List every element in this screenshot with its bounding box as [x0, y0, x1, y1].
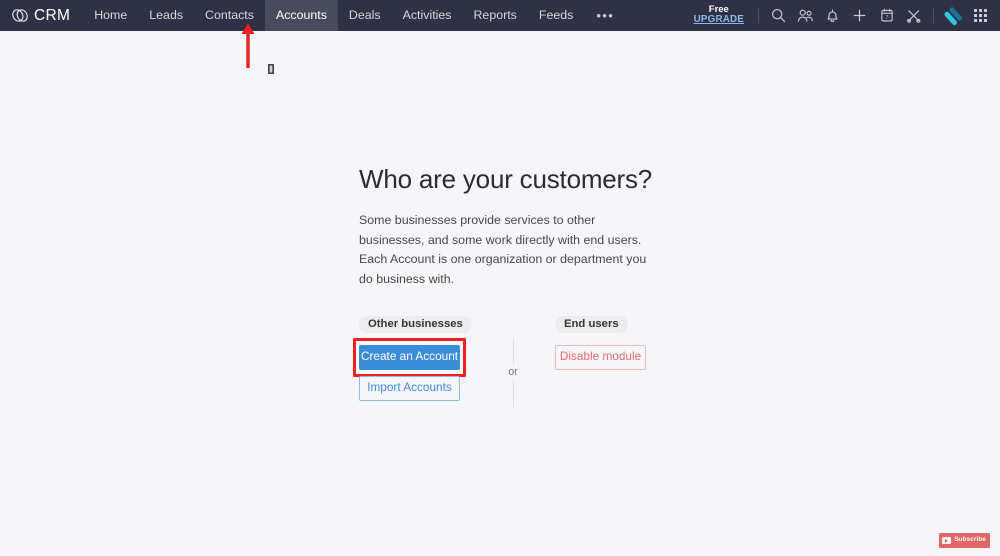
- bell-icon[interactable]: [819, 0, 846, 31]
- disable-module-button[interactable]: Disable module: [555, 344, 646, 370]
- action-button-group: Create an Account Import Accounts Disabl…: [353, 337, 779, 415]
- nav-tab-home[interactable]: Home: [83, 0, 138, 31]
- interlocking-rings-logo-icon: [12, 9, 28, 22]
- upgrade-label: UPGRADE: [693, 14, 744, 26]
- brand-logo[interactable]: CRM: [0, 0, 83, 31]
- subscribe-overlay-button[interactable]: Subscribe: [939, 533, 990, 548]
- page-description: Some businesses provide services to othe…: [359, 213, 647, 286]
- svg-text:7: 7: [885, 15, 888, 21]
- toolbar-divider-2: [933, 8, 934, 23]
- or-divider: or: [498, 338, 528, 407]
- audience-labels: Other businesses End users: [359, 315, 779, 333]
- main-content-area: Who are your customers? Some businesses …: [0, 31, 1000, 556]
- zoho-diamond-logo-icon[interactable]: [940, 0, 967, 31]
- subscribe-label: Subscribe: [954, 536, 986, 544]
- mouse-cursor: [268, 64, 274, 74]
- nav-tab-deals[interactable]: Deals: [338, 0, 392, 31]
- or-divider-label: or: [508, 366, 518, 379]
- red-arrow-annotation: [241, 23, 255, 68]
- search-icon[interactable]: [765, 0, 792, 31]
- nav-tab-activities[interactable]: Activities: [392, 0, 463, 31]
- topbar-actions: Free UPGRADE 7: [690, 0, 1000, 31]
- nav-tab-feeds[interactable]: Feeds: [528, 0, 584, 31]
- label-end-users: End users: [555, 315, 628, 333]
- page-title: Who are your customers?: [359, 164, 653, 194]
- top-navigation-bar: CRM Home Leads Contacts Accounts Deals A…: [0, 0, 1000, 31]
- people-icon[interactable]: [792, 0, 819, 31]
- nav-tab-accounts[interactable]: Accounts: [264, 0, 338, 31]
- import-accounts-button[interactable]: Import Accounts: [359, 375, 460, 401]
- tools-icon[interactable]: [900, 0, 927, 31]
- calendar-icon[interactable]: 7: [873, 0, 900, 31]
- nav-tab-leads[interactable]: Leads: [138, 0, 194, 31]
- nav-tab-list: Home Leads Contacts Accounts Deals Activ…: [83, 0, 626, 31]
- create-an-account-button[interactable]: Create an Account: [359, 344, 460, 370]
- brand-name: CRM: [34, 6, 71, 24]
- apps-grid-icon[interactable]: [967, 0, 994, 31]
- or-divider-line-bottom: [512, 380, 514, 407]
- youtube-play-icon: [942, 537, 952, 544]
- or-divider-line-top: [512, 338, 514, 365]
- toolbar-divider-1: [758, 8, 759, 23]
- apps-grid-dots: [973, 8, 988, 23]
- nav-tab-more-menu[interactable]: •••: [584, 0, 626, 31]
- upgrade-button[interactable]: Free UPGRADE: [690, 4, 752, 26]
- empty-state-panel: Who are your customers? Some businesses …: [353, 164, 779, 415]
- plus-icon[interactable]: [846, 0, 873, 31]
- nav-tab-reports[interactable]: Reports: [462, 0, 527, 31]
- label-other-businesses: Other businesses: [359, 315, 472, 333]
